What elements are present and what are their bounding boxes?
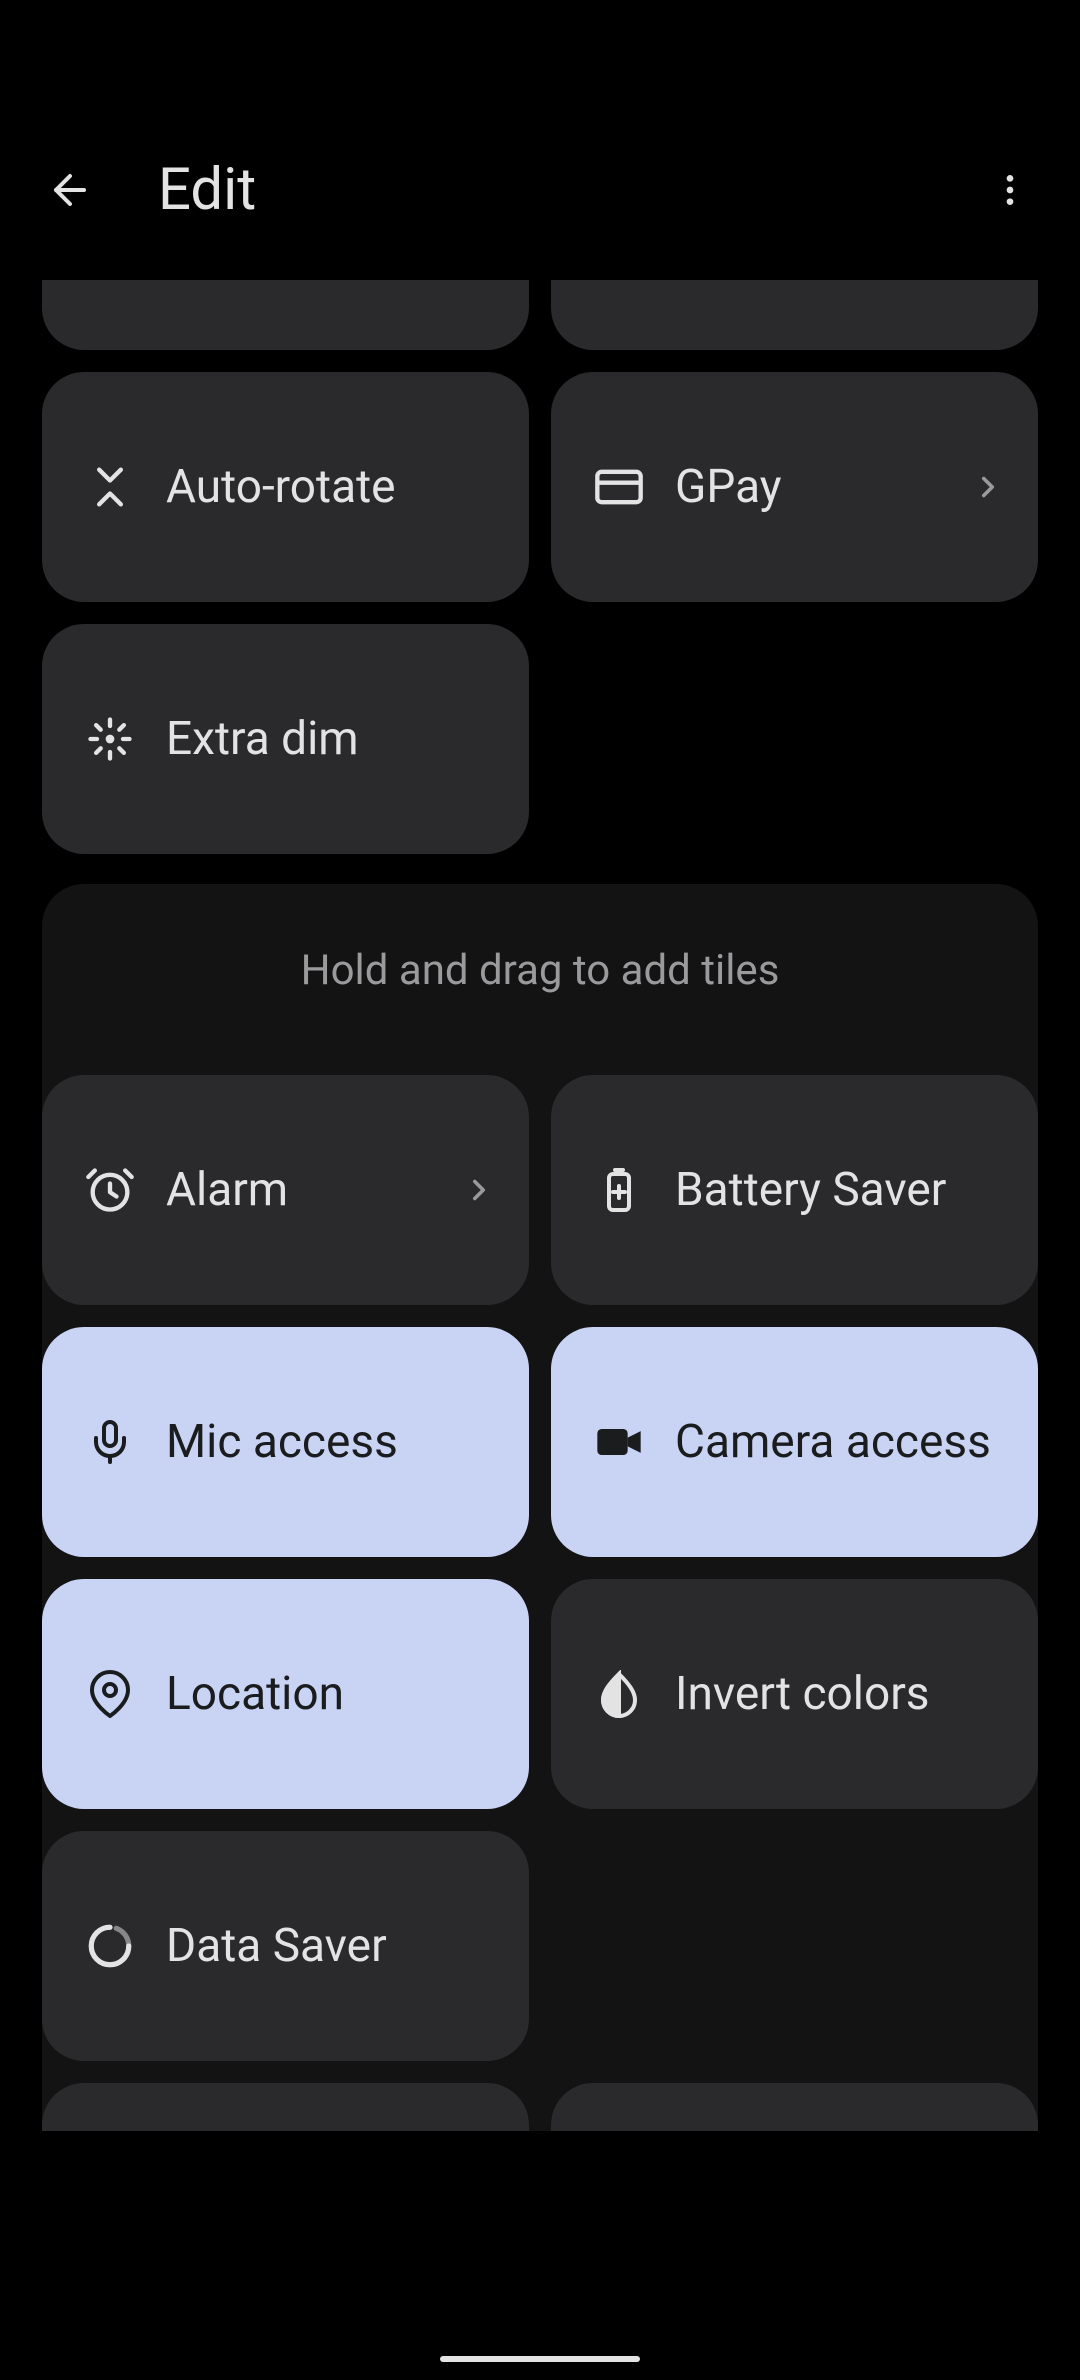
invert-colors-icon: [593, 1668, 645, 1720]
tile-label: Battery Saver: [675, 1163, 1008, 1217]
camera-icon: [593, 1416, 645, 1468]
tile-camera-access[interactable]: Camera access: [551, 1327, 1038, 1557]
content-area: Auto-rotate GPay: [0, 280, 1080, 2131]
arrow-back-icon: [46, 166, 94, 214]
tile-invert-colors[interactable]: Invert colors: [551, 1579, 1038, 1809]
tile-label: Mic access: [166, 1415, 499, 1469]
alarm-icon: [84, 1164, 136, 1216]
location-icon: [84, 1668, 136, 1720]
tile-label: Extra dim: [166, 712, 499, 766]
tile-label: Alarm: [166, 1163, 459, 1217]
auto-rotate-icon: [84, 461, 136, 513]
chevron-right-icon: [968, 467, 1008, 507]
section-hint: Hold and drag to add tiles: [42, 946, 1038, 995]
tile-data-saver[interactable]: Data Saver: [42, 1831, 529, 2061]
header: Edit: [0, 100, 1080, 280]
tile-label: Location: [166, 1667, 499, 1721]
mic-icon: [84, 1416, 136, 1468]
tile-label: GPay: [675, 460, 968, 514]
data-saver-icon: [84, 1920, 136, 1972]
tile-label: Auto-rotate: [166, 460, 499, 514]
more-vert-icon: [990, 170, 1030, 210]
page-title: Edit: [158, 156, 982, 224]
tile-battery-saver[interactable]: Battery Saver: [551, 1075, 1038, 1305]
tile-label: Data Saver: [166, 1919, 499, 1973]
chevron-right-icon: [459, 1170, 499, 1210]
tile-label: Camera access: [675, 1415, 1008, 1469]
more-options-button[interactable]: [982, 162, 1038, 218]
partial-tile-row: [42, 280, 1038, 350]
tile-mic-access[interactable]: Mic access: [42, 1327, 529, 1557]
credit-card-icon: [593, 461, 645, 513]
battery-saver-icon: [593, 1164, 645, 1216]
tile-label: Invert colors: [675, 1667, 1008, 1721]
partial-tile[interactable]: [42, 2083, 529, 2131]
tile-extra-dim[interactable]: Extra dim: [42, 624, 529, 854]
navigation-bar-handle[interactable]: [440, 2356, 640, 2362]
tile-location[interactable]: Location: [42, 1579, 529, 1809]
bottom-partial-tile-row: [42, 2083, 1038, 2131]
partial-tile[interactable]: [551, 2083, 1038, 2131]
partial-tile[interactable]: [551, 280, 1038, 350]
brightness-low-icon: [84, 713, 136, 765]
available-tiles-section: Hold and drag to add tiles Alarm: [42, 884, 1038, 2131]
tile-alarm[interactable]: Alarm: [42, 1075, 529, 1305]
back-button[interactable]: [42, 162, 98, 218]
tile-auto-rotate[interactable]: Auto-rotate: [42, 372, 529, 602]
tile-gpay[interactable]: GPay: [551, 372, 1038, 602]
partial-tile[interactable]: [42, 280, 529, 350]
